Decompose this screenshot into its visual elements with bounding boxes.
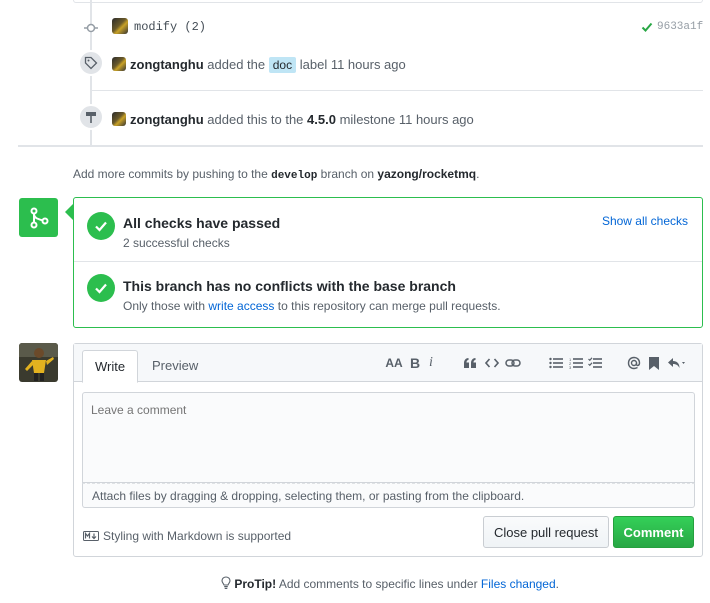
svg-text:3: 3 [569,365,572,369]
link-icon[interactable] [504,354,522,372]
ordered-list-icon[interactable]: 123 [568,354,584,372]
commit-status[interactable]: 9633a1f [641,21,703,33]
markdown-icon [83,531,99,541]
label-event-action: added the [207,57,266,72]
checks-section: All checks have passed 2 successful chec… [74,198,702,262]
milestone-name[interactable]: 4.5.0 [307,112,336,127]
code-icon[interactable] [484,354,500,372]
push-hint-prefix: Add more commits by pushing to the [73,167,268,181]
markdown-note: Styling with Markdown is supported [83,529,291,543]
conflicts-title: This branch has no conflicts with the ba… [123,278,456,294]
label-event: zongtanghu added the doc label 11 hours … [130,57,406,73]
current-user-avatar[interactable] [19,343,58,382]
task-list-icon[interactable] [587,354,603,372]
checks-subtitle: 2 successful checks [123,236,230,250]
checks-title: All checks have passed [123,215,281,231]
mention-icon[interactable] [627,354,641,372]
commit-message[interactable]: modify (2) [134,20,206,34]
milestone-event-suffix: milestone 11 hours ago [339,112,474,127]
write-access-link[interactable]: write access [208,299,274,313]
timeline-end-divider [18,145,703,147]
label-event-user[interactable]: zongtanghu [130,57,204,72]
check-icon [641,22,653,32]
quote-icon[interactable] [462,354,478,372]
show-all-checks-link[interactable]: Show all checks [602,214,688,228]
comment-form: Write Preview AA B i 123 Leave a comment… [73,343,703,557]
tab-write[interactable]: Write [82,350,139,383]
reply-icon[interactable] [666,354,688,372]
close-pull-request-button[interactable]: Close pull request [483,516,609,548]
conflicts-section: This branch has no conflicts with the ba… [74,262,702,327]
unordered-list-icon[interactable] [548,354,564,372]
files-changed-link[interactable]: Files changed [481,577,556,591]
merge-status-box: All checks have passed 2 successful chec… [65,197,703,328]
label-doc-badge[interactable]: doc [268,57,297,73]
lightbulb-icon [221,576,231,589]
label-event-suffix: label 11 hours ago [299,57,406,72]
markdown-note-text[interactable]: Styling with Markdown is supported [103,529,291,543]
file-attach-area[interactable]: Attach files by dragging & dropping, sel… [82,483,695,508]
milestone-event: zongtanghu added this to the 4.5.0 miles… [130,112,474,127]
conflicts-subtitle: Only those with write access to this rep… [123,299,501,313]
protip: ProTip! Add comments to specific lines u… [0,576,710,591]
conflicts-sub-suffix: to this repository can merge pull reques… [277,299,501,313]
label-event-avatar[interactable] [112,57,126,71]
commit-author-avatar[interactable] [112,18,128,34]
timeline-divider [90,90,703,91]
milestone-event-action: added this to the [207,112,304,127]
comment-button[interactable]: Comment [613,516,694,548]
push-hint: Add more commits by pushing to the devel… [73,167,479,182]
milestone-event-user[interactable]: zongtanghu [130,112,204,127]
saved-reply-icon[interactable] [648,354,660,372]
push-hint-end: . [476,167,480,181]
comment-textarea[interactable] [82,392,695,483]
conflicts-sub-prefix: Only those with [123,299,206,313]
push-hint-middle: branch on [320,167,375,181]
no-conflicts-icon [87,274,115,302]
tab-preview[interactable]: Preview [140,350,210,383]
editor-tab-bar: Write Preview AA B i 123 [74,344,702,383]
commit-icon [84,21,98,35]
commit-sha[interactable]: 9633a1f [657,21,703,33]
git-merge-icon [19,198,58,237]
branch-name: develop [271,170,318,182]
checks-passed-icon [87,212,115,240]
bold-button[interactable]: B [409,354,421,372]
protip-end: . [555,577,559,591]
previous-item-bottom [73,0,703,3]
tag-icon [78,50,104,76]
italic-button[interactable]: i [426,354,436,372]
milestone-icon [78,104,104,130]
heading-button[interactable]: AA [385,354,402,372]
protip-label: ProTip! [234,577,277,591]
milestone-event-avatar[interactable] [112,112,126,126]
repo-name: yazong/rocketmq [377,167,477,181]
protip-text: Add comments to specific lines under [278,577,478,591]
